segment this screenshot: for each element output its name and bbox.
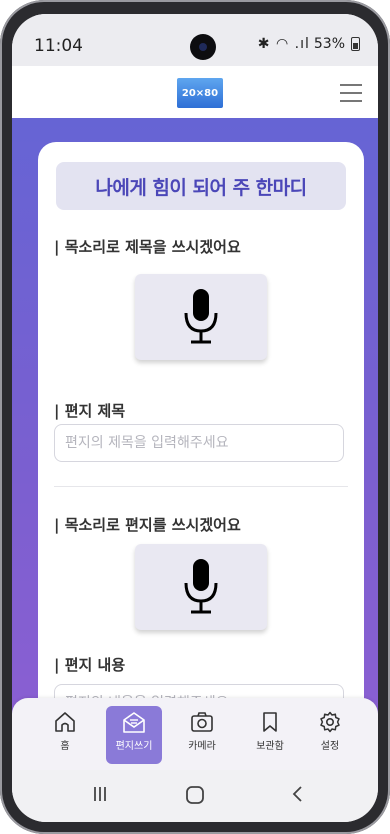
nav-item-settings[interactable]: 설정 <box>302 706 358 764</box>
nav-label-home: 홈 <box>60 741 70 752</box>
recent-apps-icon[interactable] <box>90 784 110 804</box>
letter-title-input[interactable] <box>54 424 344 462</box>
gear-icon <box>320 711 340 733</box>
front-camera <box>190 34 216 60</box>
phone-frame: 11:04 ✱ ◠ .ıl 53% 20×80 나에게 힘이 되어 주 한마디 … <box>0 0 390 834</box>
nav-item-camera[interactable]: 카메라 <box>174 706 230 764</box>
card-title-box: 나에게 힘이 되어 주 한마디 <box>56 162 346 210</box>
home-icon <box>55 712 75 732</box>
letter-content-label: | 편지 내용 <box>54 656 126 674</box>
nav-item-write-letter[interactable]: 편지쓰기 <box>106 706 162 764</box>
status-indicators: ✱ ◠ .ıl 53% <box>258 36 360 52</box>
letter-icon <box>123 712 145 733</box>
bookmark-icon <box>263 712 277 732</box>
app-header: 20×80 <box>12 66 378 118</box>
nav-label-write-letter: 편지쓰기 <box>115 741 153 752</box>
hamburger-menu-icon[interactable] <box>340 84 362 102</box>
voice-letter-mic-button[interactable] <box>135 544 267 630</box>
system-navigation-bar <box>12 770 378 822</box>
nav-item-home[interactable]: 홈 <box>37 706 93 764</box>
voice-title-mic-button[interactable] <box>135 274 267 360</box>
nav-label-storage: 보관함 <box>256 741 284 752</box>
nav-label-settings: 설정 <box>320 741 340 752</box>
battery-icon <box>351 37 360 51</box>
signal-icons: ✱ ◠ .ıl <box>257 36 310 52</box>
voice-letter-label: | 목소리로 편지를 쓰시겠어요 <box>54 516 241 534</box>
section-divider <box>54 486 348 487</box>
nav-label-camera: 카메라 <box>188 741 216 752</box>
app-logo[interactable]: 20×80 <box>177 78 223 108</box>
microphone-icon <box>184 289 218 344</box>
bottom-nav: 홈 편지쓰기 카메라 보관함 설정 <box>12 698 378 770</box>
microphone-icon <box>184 559 218 614</box>
camera-icon <box>191 712 213 732</box>
battery-text: 53% <box>313 36 345 52</box>
card-title: 나에게 힘이 되어 주 한마디 <box>95 176 307 199</box>
letter-title-label: | 편지 제목 <box>54 402 126 420</box>
back-arrow-icon[interactable] <box>288 784 308 804</box>
screen: 11:04 ✱ ◠ .ıl 53% 20×80 나에게 힘이 되어 주 한마디 … <box>12 14 378 822</box>
voice-title-label: | 목소리로 제목을 쓰시겠어요 <box>54 238 241 256</box>
home-button-icon[interactable] <box>184 784 206 806</box>
status-time: 11:04 <box>34 36 83 56</box>
nav-item-storage[interactable]: 보관함 <box>242 706 298 764</box>
status-bar: 11:04 ✱ ◠ .ıl 53% <box>12 14 378 66</box>
letter-card: 나에게 힘이 되어 주 한마디 | 목소리로 제목을 쓰시겠어요 | 편지 제목… <box>38 142 364 742</box>
